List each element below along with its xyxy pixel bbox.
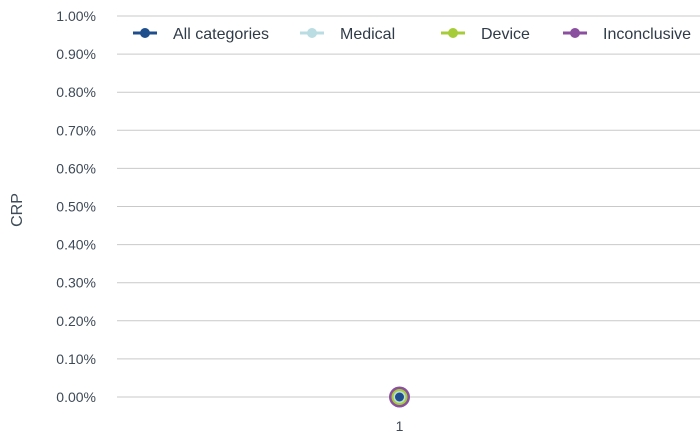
y-tick-label: 0.40% (56, 237, 96, 253)
gridlines (117, 15, 700, 398)
legend-marker (448, 28, 458, 38)
data-point-all-categories (395, 392, 404, 402)
y-tick-label: 0.60% (56, 160, 96, 176)
y-tick-label: 0.80% (56, 84, 96, 100)
legend-marker (570, 28, 580, 38)
legend: All categories Medical Device Inconclusive (133, 26, 691, 43)
y-tick-label: 1.00% (56, 8, 96, 24)
y-tick-label: 0.50% (56, 199, 96, 215)
x-axis-ticks: 1 (396, 418, 404, 434)
legend-item: All categories (133, 26, 269, 43)
line-chart: 0.00% 0.10% 0.20% 0.30% 0.40% 0.50% 0.60% 0.70%… (9, 8, 700, 434)
x-tick-label: 1 (396, 418, 404, 434)
legend-item: Inconclusive (563, 26, 691, 43)
legend-label: Medical (340, 26, 395, 43)
legend-item: Device (441, 26, 530, 43)
y-axis-ticks: 0.00% 0.10% 0.20% 0.30% 0.40% 0.50% 0.60% 0.70%… (56, 8, 96, 405)
data-points (389, 386, 410, 408)
legend-label: Device (481, 26, 530, 43)
y-tick-label: 0.10% (56, 351, 96, 367)
legend-item: Medical (300, 26, 395, 43)
y-tick-label: 0.20% (56, 313, 96, 329)
y-axis-title: CRP (9, 193, 26, 227)
y-tick-label: 0.00% (56, 389, 96, 405)
y-tick-label: 0.30% (56, 275, 96, 291)
legend-label: All categories (173, 26, 269, 43)
legend-marker (140, 28, 150, 38)
legend-label: Inconclusive (603, 26, 691, 43)
legend-marker (307, 28, 317, 38)
y-tick-label: 0.70% (56, 122, 96, 138)
y-tick-label: 0.90% (56, 46, 96, 62)
